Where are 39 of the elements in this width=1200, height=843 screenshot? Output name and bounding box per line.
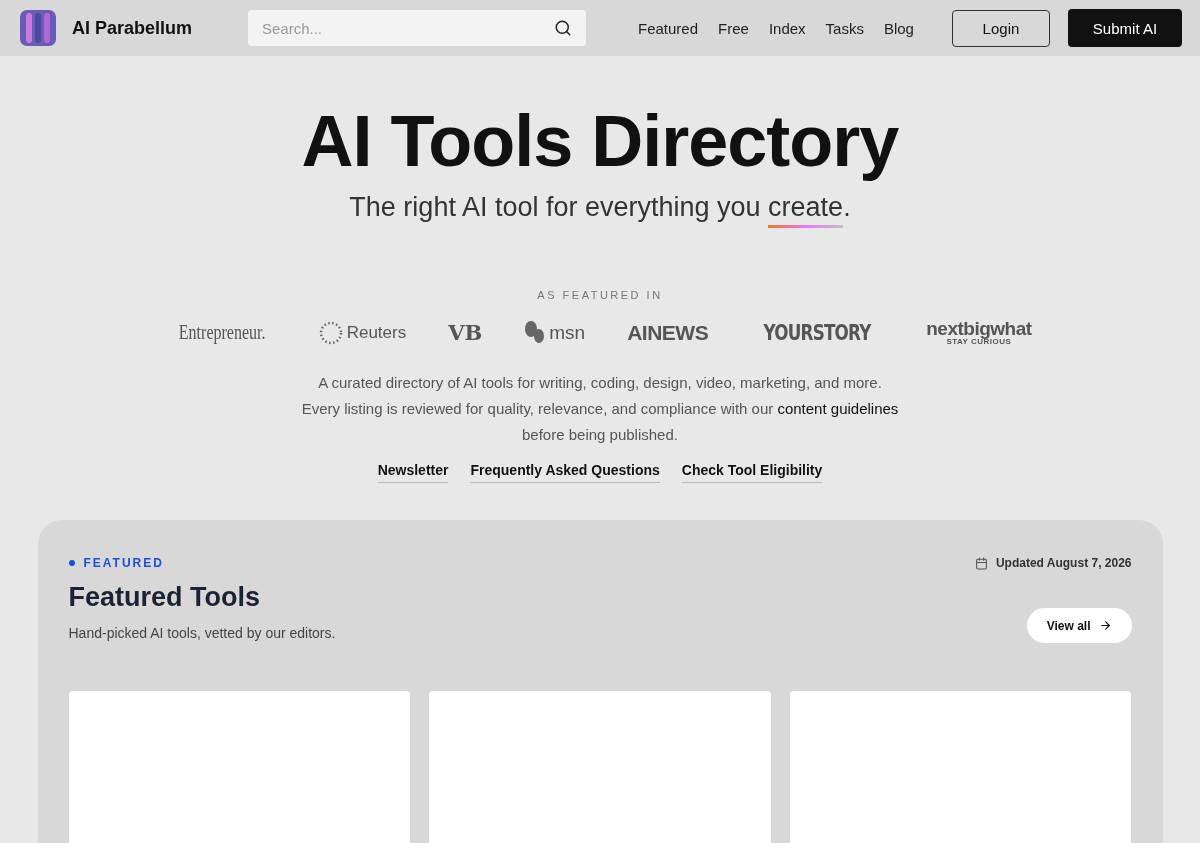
section-title: Featured Tools bbox=[68, 582, 262, 613]
nav-link[interactable]: Blog bbox=[883, 19, 914, 37]
login-button[interactable]: Login bbox=[951, 9, 1050, 47]
vb-logo: VB bbox=[448, 320, 483, 345]
brand-name: AI Parabellum bbox=[72, 17, 194, 39]
dotted-ring-icon bbox=[318, 320, 343, 345]
updated-date: Updated August 7, 2026 bbox=[995, 556, 1132, 570]
search-icon[interactable] bbox=[554, 19, 572, 37]
entrepreneur-logo: Entrepreneur. bbox=[179, 321, 266, 344]
nav-link[interactable]: Index bbox=[768, 19, 806, 37]
nextbigwhat-logo: nextbigwhat bbox=[926, 319, 1032, 338]
page-title: AI Tools Directory bbox=[301, 100, 899, 182]
search-field[interactable]: Search... bbox=[248, 10, 586, 46]
info-link[interactable]: Frequently Asked Questions bbox=[470, 462, 660, 483]
ainews-logo: AINEWS bbox=[627, 320, 709, 345]
info-link[interactable]: Check Tool Eligibility bbox=[681, 462, 823, 483]
info-link[interactable]: Newsletter bbox=[377, 462, 449, 483]
tool-card[interactable] bbox=[68, 691, 411, 843]
yourstory-logo: YOURSTORY bbox=[763, 320, 871, 345]
guidelines-link[interactable]: content guidelines bbox=[777, 400, 899, 417]
section-eyebrow: FEATURED bbox=[83, 556, 164, 570]
nav-link[interactable]: Free bbox=[718, 19, 749, 37]
logo-icon bbox=[20, 10, 56, 46]
view-all-button[interactable]: View all bbox=[1026, 608, 1132, 643]
intro-text: A curated directory of AI tools for writing, coding, design, video, marketing, and more. Every listing is reviewed for quality, relevance, and compliance with our content guidelines before being published. bbox=[301, 373, 899, 445]
tool-card[interactable] bbox=[789, 691, 1132, 843]
section-subtitle: Hand-picked AI tools, vetted by our editors. bbox=[68, 625, 336, 641]
featured-in-label: AS FEATURED IN bbox=[537, 289, 663, 301]
arrow-icon bbox=[1098, 619, 1112, 632]
tagline: The right AI tool for everything you create. bbox=[349, 192, 851, 231]
msn-logo: msn bbox=[549, 321, 586, 344]
tool-card[interactable] bbox=[429, 691, 771, 843]
nav-link[interactable]: Tasks bbox=[825, 19, 864, 37]
logo-tagline: STAY CURIOUS bbox=[946, 338, 1012, 346]
nav-link[interactable]: Featured bbox=[638, 19, 699, 37]
calendar-icon bbox=[974, 556, 988, 570]
status-dot bbox=[68, 560, 75, 566]
submit-button[interactable]: Submit AI bbox=[1067, 9, 1182, 47]
reuters-logo: Reuters bbox=[346, 322, 407, 343]
